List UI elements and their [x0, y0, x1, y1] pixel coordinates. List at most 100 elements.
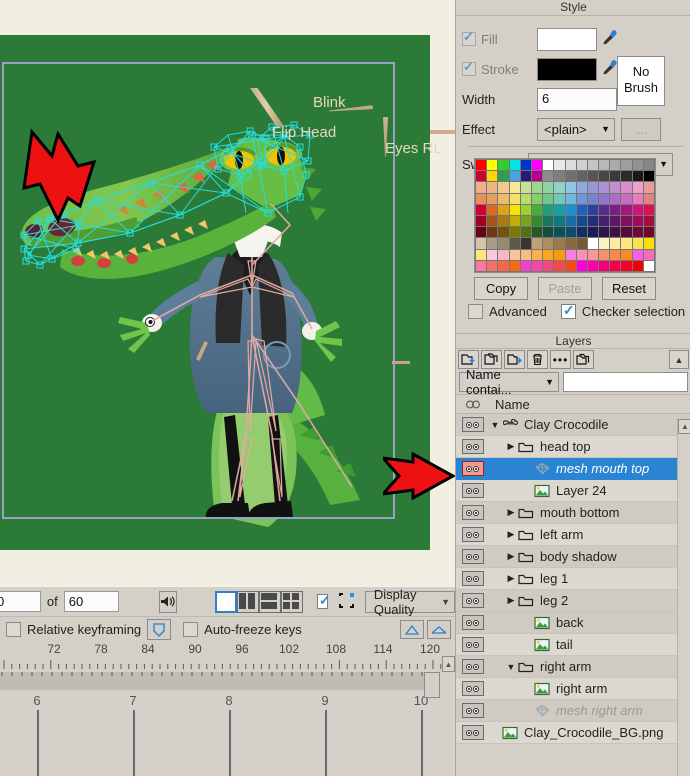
color-swatch-cell[interactable]: [576, 238, 587, 249]
color-swatch-cell[interactable]: [531, 182, 543, 193]
layout-quad-button[interactable]: [280, 590, 303, 613]
color-swatch-cell[interactable]: [498, 238, 509, 249]
color-swatch-cell[interactable]: [587, 260, 599, 271]
color-swatch-cell[interactable]: [520, 215, 531, 227]
color-swatch-cell[interactable]: [632, 204, 643, 215]
color-swatch-cell[interactable]: [554, 260, 565, 271]
color-swatch-cell[interactable]: [565, 204, 576, 215]
color-swatch-cell[interactable]: [509, 171, 520, 182]
color-swatch-cell[interactable]: [543, 260, 554, 271]
color-swatch-cell[interactable]: [576, 160, 587, 171]
color-swatch-cell[interactable]: [520, 160, 531, 171]
color-swatch-cell[interactable]: [643, 182, 654, 193]
layer-row[interactable]: ▶ Clay_Crocodile_BG.png: [456, 722, 690, 744]
color-swatch-cell[interactable]: [565, 215, 576, 227]
layer-visibility-toggle[interactable]: [456, 637, 489, 652]
more-options-icon[interactable]: •••: [550, 350, 571, 369]
color-swatch-cell[interactable]: [476, 249, 487, 260]
color-swatch-cell[interactable]: [643, 215, 654, 227]
color-swatch-cell[interactable]: [476, 182, 487, 193]
color-swatch-cell[interactable]: [610, 249, 621, 260]
color-swatch-cell[interactable]: [543, 182, 554, 193]
layer-row-body[interactable]: ▶ body shadow: [489, 549, 690, 564]
color-swatch-cell[interactable]: [610, 182, 621, 193]
color-swatch-cell[interactable]: [520, 171, 531, 182]
speaker-icon[interactable]: [158, 590, 177, 613]
color-swatch-cell[interactable]: [476, 227, 487, 238]
color-swatch-cell[interactable]: [632, 193, 643, 204]
color-swatch-cell[interactable]: [643, 249, 654, 260]
color-swatch-cell[interactable]: [520, 227, 531, 238]
color-swatch-cell[interactable]: [610, 227, 621, 238]
layer-row-body[interactable]: ▶ mesh mouth top: [489, 461, 690, 476]
layer-row-body[interactable]: ▶ back: [489, 615, 690, 630]
layout-single-button[interactable]: [214, 590, 237, 613]
color-swatch-cell[interactable]: [509, 238, 520, 249]
color-swatch-grid[interactable]: [474, 158, 656, 273]
layer-row[interactable]: ▼ right arm: [456, 656, 690, 678]
layer-visibility-toggle[interactable]: [456, 725, 489, 740]
color-swatch-cell[interactable]: [599, 260, 610, 271]
color-swatch-cell[interactable]: [565, 227, 576, 238]
color-swatch-cell[interactable]: [610, 204, 621, 215]
color-swatch-cell[interactable]: [476, 260, 487, 271]
color-swatch-cell[interactable]: [520, 249, 531, 260]
layer-row-body[interactable]: ▶ head top: [489, 439, 690, 454]
color-swatch-cell[interactable]: [632, 182, 643, 193]
scroll-up-arrow-icon[interactable]: ▲: [678, 419, 690, 434]
color-swatch-cell[interactable]: [610, 171, 621, 182]
color-swatch-cell[interactable]: [632, 171, 643, 182]
color-swatch-cell[interactable]: [643, 227, 654, 238]
color-swatch-cell[interactable]: [531, 249, 543, 260]
width-input[interactable]: 6: [537, 87, 617, 111]
color-swatch-cell[interactable]: [621, 227, 632, 238]
color-swatch-cell[interactable]: [599, 182, 610, 193]
layer-list-scrollbar[interactable]: ▲: [677, 419, 690, 776]
color-swatch-cell[interactable]: [498, 260, 509, 271]
color-swatch-cell[interactable]: [487, 238, 498, 249]
timeline-ruler[interactable]: 72 78 84 90 96 102 108 114 120 ▲: [0, 642, 455, 672]
track-scrollbar[interactable]: [424, 672, 440, 698]
color-swatch-cell[interactable]: [554, 249, 565, 260]
color-swatch-cell[interactable]: [498, 249, 509, 260]
track-keyframe-line[interactable]: [325, 710, 327, 776]
color-swatch-cell[interactable]: [509, 160, 520, 171]
color-swatch-cell[interactable]: [576, 204, 587, 215]
color-swatch-cell[interactable]: [531, 238, 543, 249]
color-swatch-cell[interactable]: [509, 193, 520, 204]
layer-row-body[interactable]: ▶ mouth bottom: [489, 505, 690, 520]
color-swatch-cell[interactable]: [543, 160, 554, 171]
reset-button[interactable]: Reset: [602, 277, 656, 300]
layer-visibility-toggle[interactable]: [456, 549, 489, 564]
effect-dropdown[interactable]: <plain> ▼: [537, 117, 615, 141]
color-swatch-cell[interactable]: [587, 160, 599, 171]
layer-row[interactable]: ▶ left arm: [456, 524, 690, 546]
layer-visibility-toggle[interactable]: [456, 505, 489, 520]
fill-color-swatch[interactable]: [537, 27, 597, 51]
color-swatch-cell[interactable]: [543, 238, 554, 249]
color-swatch-cell[interactable]: [587, 238, 599, 249]
zoom-out-timeline-button[interactable]: [427, 620, 451, 639]
layer-row-body[interactable]: ▼ right arm: [489, 659, 690, 674]
layer-list[interactable]: ▼Clay Crocodile▶head top▶mesh mouth top▶…: [456, 414, 690, 744]
layer-row[interactable]: ▶ tail: [456, 634, 690, 656]
layer-row-body[interactable]: ▶ tail: [489, 637, 690, 652]
layer-row[interactable]: ▶ leg 2: [456, 590, 690, 612]
track-keyframe-line[interactable]: [229, 710, 231, 776]
color-swatch-cell[interactable]: [476, 204, 487, 215]
keyframe-options-row[interactable]: Relative keyframing Auto-freeze keys: [0, 616, 455, 642]
show-guides-checkbox[interactable]: [316, 592, 331, 609]
color-swatch-cell[interactable]: [476, 171, 487, 182]
color-swatch-cell[interactable]: [554, 238, 565, 249]
color-swatch-cell[interactable]: [554, 204, 565, 215]
layer-row[interactable]: ▶ body shadow: [456, 546, 690, 568]
track-keyframe-line[interactable]: [37, 710, 39, 776]
layer-row[interactable]: ▶ mouth bottom: [456, 502, 690, 524]
shield-icon[interactable]: [147, 619, 172, 640]
checker-selection-checkbox[interactable]: [560, 302, 576, 319]
color-swatch-cell[interactable]: [543, 171, 554, 182]
color-swatch-cell[interactable]: [621, 193, 632, 204]
layer-row[interactable]: ▶ mesh mouth top: [456, 458, 690, 480]
color-swatch-cell[interactable]: [509, 227, 520, 238]
color-swatch-cell[interactable]: [599, 160, 610, 171]
